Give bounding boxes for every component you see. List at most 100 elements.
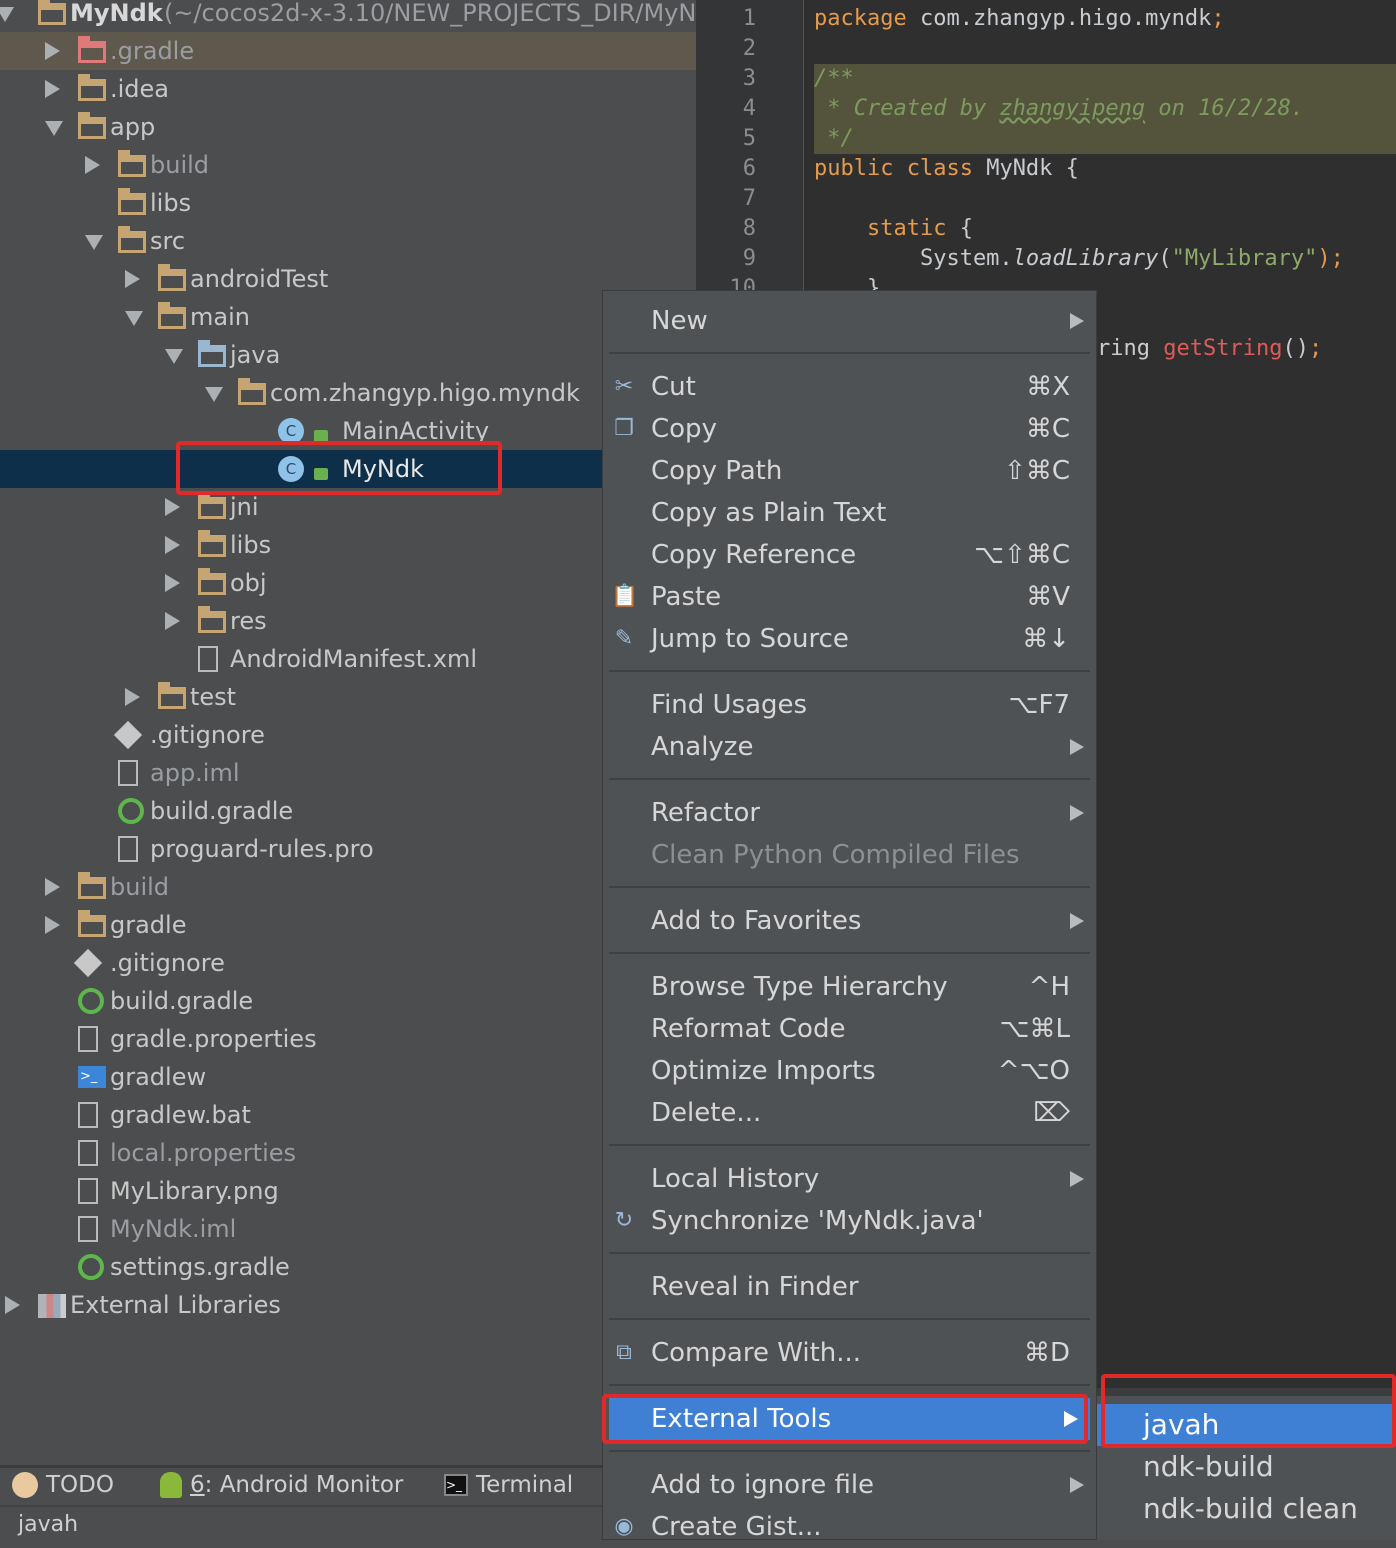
menu-separator: [603, 342, 1096, 366]
submenu-item-ndk-build-clean[interactable]: ndk-build clean: [1097, 1488, 1396, 1530]
menu-item-browse-type-hierarchy[interactable]: Browse Type Hierarchy ^H: [603, 966, 1096, 1008]
tree-item-label: java: [230, 341, 281, 369]
expand-arrow-icon[interactable]: [5, 1296, 20, 1314]
tree-item-label: MainActivity: [342, 417, 490, 445]
menu-item-add-to-ignore-file[interactable]: Add to ignore file: [603, 1464, 1096, 1506]
expand-arrow-icon[interactable]: [125, 688, 140, 706]
tree-item[interactable]: androidTest: [0, 260, 696, 298]
root-path: (~/cocos2d-x-3.10/NEW_PROJECTS_DIR/MyN: [164, 0, 696, 27]
tree-item-label: libs: [230, 531, 272, 559]
expand-arrow-icon[interactable]: [165, 612, 180, 630]
menu-item-delete[interactable]: Delete... ⌦: [603, 1092, 1096, 1134]
module-folder-icon: [78, 112, 106, 139]
menu-item-paste[interactable]: 📋 Paste ⌘V: [603, 576, 1096, 618]
tree-item-label: jni: [230, 493, 259, 521]
tree-item[interactable]: app.iml: [0, 754, 696, 792]
tree-item[interactable]: jni: [0, 488, 696, 526]
tree-item[interactable]: gradle.properties: [0, 1020, 696, 1058]
menu-item-copy-as-plain-text[interactable]: Copy as Plain Text: [603, 492, 1096, 534]
tree-item[interactable]: MyNdk.iml: [0, 1210, 696, 1248]
tree-item[interactable]: libs: [0, 184, 696, 222]
external-tools-submenu: javah ndk-build ndk-build clean: [1097, 1388, 1396, 1540]
menu-item-reformat-code[interactable]: Reformat Code ⌥⌘L: [603, 1008, 1096, 1050]
tree-item[interactable]: C MyNdk: [0, 450, 696, 488]
menu-item-clean-python-compiled-files[interactable]: Clean Python Compiled Files: [603, 834, 1096, 876]
public-lock-icon: [314, 430, 328, 442]
tree-item[interactable]: java: [0, 336, 696, 374]
tree-item[interactable]: .gradle: [0, 32, 696, 70]
tree-item[interactable]: build.gradle: [0, 792, 696, 830]
expand-arrow-icon[interactable]: [165, 536, 180, 554]
menu-item-copy-reference[interactable]: Copy Reference ⌥⇧⌘C: [603, 534, 1096, 576]
line-number: 2: [742, 36, 756, 61]
menu-item-copy[interactable]: ❐ Copy ⌘C: [603, 408, 1096, 450]
menu-item-new[interactable]: New: [603, 300, 1096, 342]
collapse-arrow-icon[interactable]: [45, 121, 63, 136]
menu-item-label: Add to ignore file: [651, 1470, 875, 1500]
menu-item-compare-with[interactable]: ⧉ Compare With... ⌘D: [603, 1332, 1096, 1374]
todo-button[interactable]: TODO: [12, 1472, 114, 1498]
expand-arrow-icon[interactable]: [45, 42, 60, 60]
line-number: 6: [742, 156, 756, 181]
menu-item-add-to-favorites[interactable]: Add to Favorites: [603, 900, 1096, 942]
tree-item[interactable]: proguard-rules.pro: [0, 830, 696, 868]
expand-arrow-icon[interactable]: [125, 270, 140, 288]
tree-item[interactable]: test: [0, 678, 696, 716]
tree-item[interactable]: build: [0, 868, 696, 906]
menu-item-local-history[interactable]: Local History: [603, 1158, 1096, 1200]
tree-item[interactable]: .gitignore: [0, 716, 696, 754]
menu-item-copy-path[interactable]: Copy Path ⇧⌘C: [603, 450, 1096, 492]
menu-item-optimize-imports[interactable]: Optimize Imports ^⌥O: [603, 1050, 1096, 1092]
expand-arrow-icon[interactable]: [165, 498, 180, 516]
tree-item[interactable]: app: [0, 108, 696, 146]
tree-item-label: build: [150, 151, 210, 179]
tree-item[interactable]: main: [0, 298, 696, 336]
menu-item-refactor[interactable]: Refactor: [603, 792, 1096, 834]
tree-item[interactable]: .gitignore: [0, 944, 696, 982]
tree-root-myndk[interactable]: MyNdk (~/cocos2d-x-3.10/NEW_PROJECTS_DIR…: [0, 0, 696, 32]
expand-arrow-icon[interactable]: [165, 574, 180, 592]
tree-item[interactable]: local.properties: [0, 1134, 696, 1172]
menu-item-find-usages[interactable]: Find Usages ⌥F7: [603, 684, 1096, 726]
expand-arrow-icon[interactable]: [85, 156, 100, 174]
tree-item[interactable]: build: [0, 146, 696, 184]
menu-item-reveal-in-finder[interactable]: Reveal in Finder: [603, 1266, 1096, 1308]
expand-arrow-icon[interactable]: [45, 80, 60, 98]
expand-arrow-icon[interactable]: [45, 916, 60, 934]
menu-item-analyze[interactable]: Analyze: [603, 726, 1096, 768]
menu-item-synchronize-myndk-java[interactable]: ↻ Synchronize 'MyNdk.java': [603, 1200, 1096, 1242]
expand-arrow-icon[interactable]: [0, 7, 14, 22]
collapse-arrow-icon[interactable]: [205, 387, 223, 402]
android-monitor-button[interactable]: 6: Android Monitor: [160, 1472, 403, 1498]
tree-item[interactable]: obj: [0, 564, 696, 602]
submenu-item-javah[interactable]: javah: [1097, 1404, 1396, 1446]
collapse-arrow-icon[interactable]: [125, 311, 143, 326]
tree-item[interactable]: MyLibrary.png: [0, 1172, 696, 1210]
tree-item[interactable]: C MainActivity: [0, 412, 696, 450]
tree-item[interactable]: settings.gradle: [0, 1248, 696, 1286]
tree-item[interactable]: res: [0, 602, 696, 640]
menu-item-external-tools[interactable]: External Tools: [609, 1398, 1090, 1440]
tree-item[interactable]: build.gradle: [0, 982, 696, 1020]
tree-item[interactable]: External Libraries: [0, 1286, 696, 1324]
tree-item-label: MyNdk.iml: [110, 1215, 237, 1243]
menu-item-jump-to-source[interactable]: ✎ Jump to Source ⌘↓: [603, 618, 1096, 660]
menu-item-create-gist[interactable]: ◉ Create Gist...: [603, 1506, 1096, 1548]
tree-item[interactable]: gradle: [0, 906, 696, 944]
submenu-item-ndk-build[interactable]: ndk-build: [1097, 1446, 1396, 1488]
tree-item[interactable]: libs: [0, 526, 696, 564]
tree-item[interactable]: com.zhangyp.higo.myndk: [0, 374, 696, 412]
excluded-folder-icon: [78, 36, 106, 63]
menu-item-cut[interactable]: ✂ Cut ⌘X: [603, 366, 1096, 408]
tree-item[interactable]: gradlew.bat: [0, 1096, 696, 1134]
terminal-button[interactable]: >_ Terminal: [444, 1472, 573, 1498]
tree-item[interactable]: AndroidManifest.xml: [0, 640, 696, 678]
collapse-arrow-icon[interactable]: [85, 235, 103, 250]
collapse-arrow-icon[interactable]: [165, 349, 183, 364]
menu-separator: [603, 1374, 1096, 1398]
tree-item[interactable]: .idea: [0, 70, 696, 108]
source-folder-icon: [198, 340, 226, 367]
tree-item[interactable]: >_ gradlew: [0, 1058, 696, 1096]
tree-item[interactable]: src: [0, 222, 696, 260]
expand-arrow-icon[interactable]: [45, 878, 60, 896]
